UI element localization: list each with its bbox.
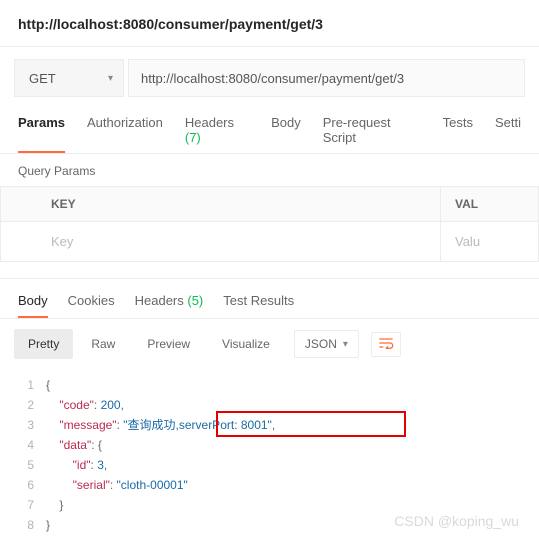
url-input[interactable]: http://localhost:8080/consumer/payment/g… [128,59,525,97]
chevron-down-icon: ▾ [343,339,348,350]
query-params-title: Query Params [0,154,539,186]
view-mode-bar: Pretty Raw Preview Visualize JSON ▾ [0,319,539,369]
wrap-lines-button[interactable] [371,332,401,357]
json-key: "serial" [73,478,110,492]
chevron-down-icon: ▾ [108,73,113,84]
tab-params[interactable]: Params [18,115,65,153]
tab-body[interactable]: Body [271,115,301,153]
view-preview-button[interactable]: Preview [133,329,204,359]
request-title: http://localhost:8080/consumer/payment/g… [0,0,539,46]
tab-headers[interactable]: Headers (7) [185,115,249,153]
json-key: "code" [59,398,94,412]
tab-prerequest[interactable]: Pre-request Script [323,115,421,153]
resp-headers-label: Headers [135,293,184,308]
line-number: 4 [18,435,46,455]
view-visualize-button[interactable]: Visualize [208,329,284,359]
line-number: 5 [18,455,46,475]
format-label: JSON [305,337,337,351]
resp-tab-body[interactable]: Body [18,293,48,318]
method-select[interactable]: GET ▾ [14,59,124,97]
line-number: 1 [18,375,46,395]
request-tabs: Params Authorization Headers (7) Body Pr… [0,97,539,153]
line-number: 6 [18,475,46,495]
method-label: GET [29,71,56,86]
watermark: CSDN @koping_wu [394,513,519,529]
value-input[interactable]: Valu [441,222,538,261]
json-value: "查询成功, [123,418,179,432]
brace: { [46,378,50,392]
line-number: 8 [18,515,46,535]
resp-tab-headers[interactable]: Headers (5) [135,293,204,318]
wrap-icon [378,337,394,349]
brace: } [46,518,50,532]
view-raw-button[interactable]: Raw [77,329,129,359]
json-value-highlighted: serverPort: 8001" [179,418,272,432]
tab-tests[interactable]: Tests [443,115,473,153]
resp-headers-count-badge: (5) [187,293,203,308]
params-table: KEY VAL Key Valu [0,186,539,262]
table-row: Key Valu [1,222,538,261]
json-value: 3 [97,458,104,472]
col-key-header: KEY [1,187,441,221]
tab-headers-label: Headers [185,115,234,130]
line-number: 3 [18,415,46,435]
json-key: "message" [59,418,116,432]
json-value: 200 [101,398,121,412]
brace: } [59,498,63,512]
json-value: "cloth-00001" [117,478,188,492]
tab-authorization[interactable]: Authorization [87,115,163,153]
key-input[interactable]: Key [1,222,441,261]
tab-settings[interactable]: Setti [495,115,521,153]
response-tabs: Body Cookies Headers (5) Test Results [0,279,539,318]
url-value: http://localhost:8080/consumer/payment/g… [141,71,404,86]
headers-count-badge: (7) [185,130,201,145]
resp-tab-cookies[interactable]: Cookies [68,293,115,318]
table-header-row: KEY VAL [1,187,538,221]
resp-tab-test-results[interactable]: Test Results [223,293,294,318]
format-select[interactable]: JSON ▾ [294,330,359,358]
json-key: "data" [59,438,91,452]
request-row: GET ▾ http://localhost:8080/consumer/pay… [0,47,539,97]
line-number: 7 [18,495,46,515]
json-key: "id" [73,458,91,472]
line-number: 2 [18,395,46,415]
col-value-header: VAL [441,187,538,221]
view-pretty-button[interactable]: Pretty [14,329,73,359]
